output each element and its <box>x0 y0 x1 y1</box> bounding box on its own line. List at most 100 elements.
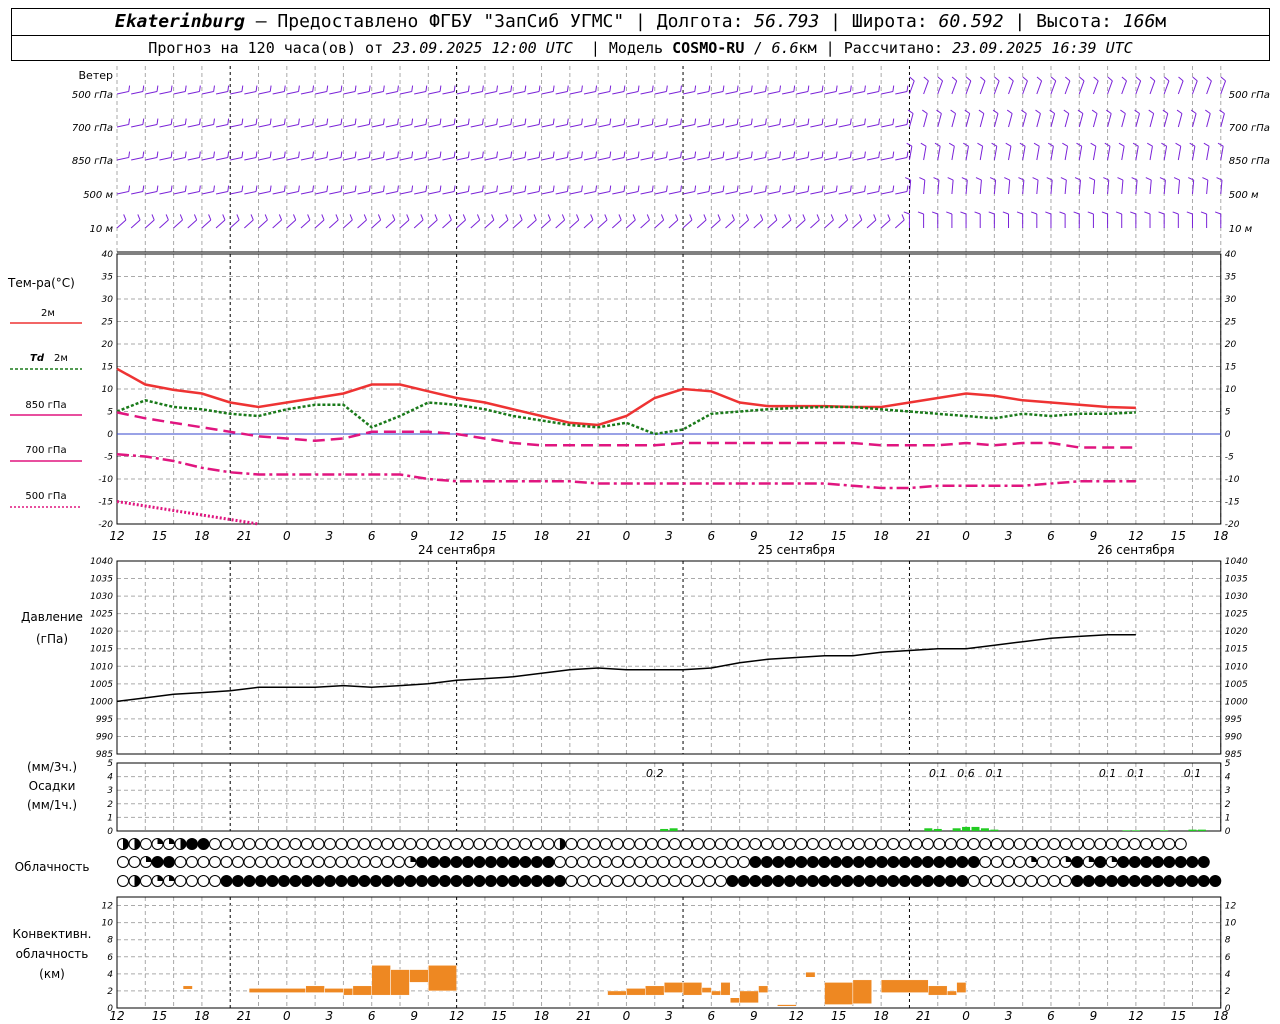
cloud-symbol <box>289 875 302 887</box>
wind-barb-feather <box>439 85 442 92</box>
cloud-overcast <box>496 875 509 887</box>
cloud-title: Облачность <box>15 860 90 874</box>
cloud-circle <box>898 838 911 850</box>
wind-barb-feather <box>830 214 834 221</box>
wind-barb <box>852 91 865 95</box>
cloud-circle <box>576 875 589 887</box>
day-label: 24 сентября <box>418 543 495 557</box>
wind-barb <box>215 191 228 195</box>
y-tick-label-right: 1020 <box>1225 627 1248 637</box>
wind-barb-feather <box>368 185 371 192</box>
wind-barb <box>1121 180 1124 195</box>
wind-barb-feather <box>227 185 230 192</box>
wind-barb-feather <box>1073 211 1080 215</box>
wind-barb-feather <box>264 214 268 221</box>
wind-barb <box>1064 113 1070 128</box>
cloud-symbol <box>323 875 336 887</box>
cloud-symbol <box>576 838 589 850</box>
cloud-circle <box>599 838 612 850</box>
wind-barb-feather <box>241 118 244 125</box>
wind-barb-feather <box>835 185 838 192</box>
wind-barb-feather <box>1145 177 1152 181</box>
wind-barb-feather <box>552 118 555 125</box>
wind-barb <box>824 157 837 161</box>
wind-barb <box>739 219 749 229</box>
cloud-symbol <box>519 838 532 850</box>
x-tick-label: 12 <box>1128 529 1143 543</box>
cloud-symbol <box>783 838 796 850</box>
cloud-circle <box>139 838 152 850</box>
wind-barb-feather <box>524 185 527 192</box>
wind-barb-feather <box>581 85 583 92</box>
cloud-symbol <box>323 856 336 868</box>
cloud-circle <box>197 875 210 887</box>
cloud-symbol <box>726 856 739 868</box>
cloud-circle <box>128 856 141 868</box>
wind-barb-feather <box>156 151 159 158</box>
wind-barb-feather <box>609 118 612 125</box>
cloud-overcast <box>346 875 359 887</box>
x-tick-label-bottom: 15 <box>831 1009 846 1023</box>
cloud-circle <box>300 838 313 850</box>
y-tick-label-right: 40 <box>1225 250 1237 260</box>
cloud-symbol <box>1025 856 1038 868</box>
wind-barb-feather <box>496 151 498 158</box>
x-tick-label-bottom: 9 <box>410 1009 418 1023</box>
precip-bar <box>971 826 980 831</box>
wind-barb-feather <box>1200 211 1207 215</box>
wind-barb <box>1064 180 1067 195</box>
wind-barb-feather <box>821 85 824 92</box>
cloud-circle <box>887 838 900 850</box>
wind-barb <box>895 124 908 128</box>
cloud-symbol <box>185 838 198 850</box>
cloud-symbol <box>829 838 842 850</box>
wind-barb-feather <box>581 118 583 125</box>
cloud-circle <box>622 875 635 887</box>
wind-barb <box>428 157 441 161</box>
wind-barb <box>640 124 653 128</box>
wind-barb-feather <box>892 185 895 192</box>
wind-barb-feather <box>906 85 909 92</box>
y-tick-label: 15 <box>102 363 114 373</box>
cloud-overcast <box>898 856 911 868</box>
cloud-overcast <box>438 856 451 868</box>
wind-barb-feather <box>779 185 782 192</box>
cloud-symbol <box>657 875 670 887</box>
wind-barb <box>357 219 367 229</box>
cloud-circle <box>611 875 624 887</box>
cloud-symbol <box>933 856 946 868</box>
wind-barb <box>612 91 625 95</box>
wind-barb-feather <box>680 185 682 192</box>
cloud-overcast <box>1071 856 1084 868</box>
wind-barb-feather <box>849 185 852 192</box>
wind-barb-feather <box>1205 109 1211 114</box>
wind-barb-feather <box>467 185 470 192</box>
wind-barb-feather <box>377 214 382 221</box>
cloud-symbol <box>599 856 612 868</box>
precip-1h-label: (мм/1ч.) <box>27 798 77 812</box>
cloud-overcast <box>151 856 164 868</box>
convective-bar <box>729 997 740 1004</box>
cloud-circle <box>254 856 267 868</box>
cloud-overcast <box>1105 875 1118 887</box>
cloud-circle <box>507 838 520 850</box>
wind-barb-feather <box>1008 76 1014 82</box>
convective-bar <box>607 990 627 996</box>
cloud-overcast <box>887 875 900 887</box>
cloud-overcast <box>358 875 371 887</box>
wind-barb-feather <box>354 185 357 192</box>
cloud-overcast <box>415 856 428 868</box>
wind-barb-feather <box>807 151 810 158</box>
wind-barb-feather <box>1093 76 1099 82</box>
wind-barb <box>697 91 710 95</box>
wind-barb <box>796 124 809 128</box>
y-tick-label-right: 10 <box>1225 385 1237 395</box>
cloud-circle <box>1013 838 1026 850</box>
wind-barb <box>881 157 893 161</box>
wind-barb-feather <box>892 151 895 158</box>
cloud-overcast <box>967 856 980 868</box>
wind-barb-feather <box>368 151 371 158</box>
cloud-symbol <box>438 875 451 887</box>
cloud-circle <box>197 856 210 868</box>
wind-barb <box>923 80 929 95</box>
